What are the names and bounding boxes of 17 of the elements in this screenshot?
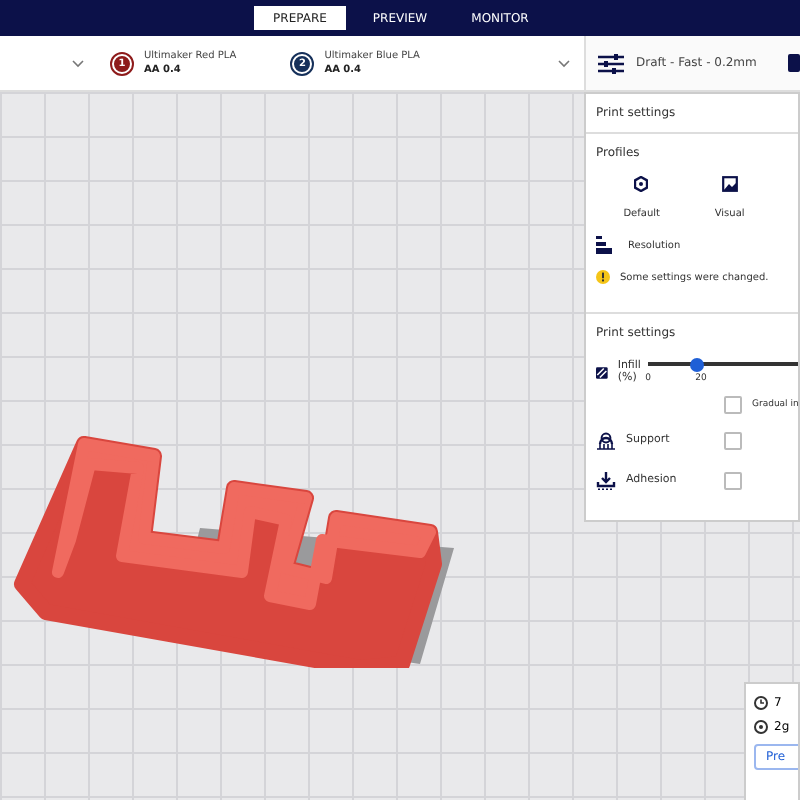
checkbox[interactable] xyxy=(724,471,742,489)
hatched-square-icon xyxy=(596,363,608,381)
chevron-down-icon[interactable] xyxy=(558,59,570,67)
image-icon xyxy=(721,176,738,192)
slider-thumb[interactable] xyxy=(690,357,705,371)
spool-icon xyxy=(754,720,768,734)
device-icon xyxy=(788,54,800,72)
adhesion-icon xyxy=(596,471,616,489)
checkbox[interactable] xyxy=(724,431,742,449)
hexagon-icon xyxy=(634,176,649,192)
warning-icon xyxy=(596,270,610,284)
support-icon xyxy=(596,431,616,449)
chevron-down-icon[interactable] xyxy=(72,59,84,67)
resolution-icon xyxy=(596,236,612,254)
clock-icon xyxy=(754,696,768,710)
checkbox[interactable] xyxy=(724,395,742,413)
sliders-icon xyxy=(598,53,624,73)
